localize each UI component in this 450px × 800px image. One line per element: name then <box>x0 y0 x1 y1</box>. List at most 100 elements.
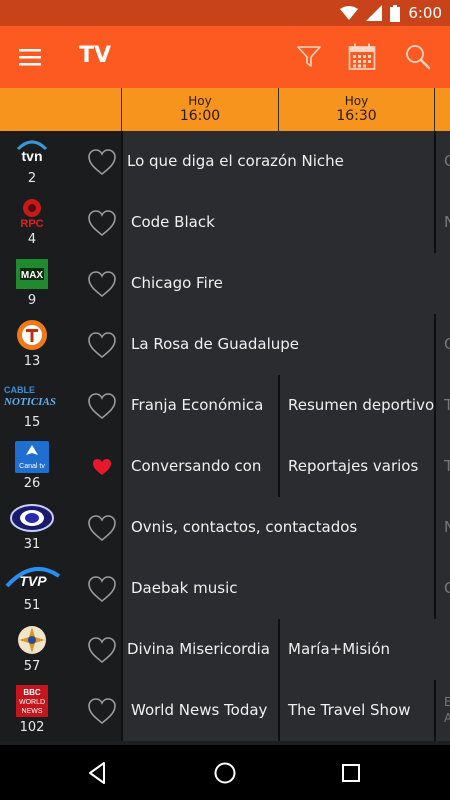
noticias-logo-text: NOTICIAS <box>3 396 56 408</box>
menu-icon[interactable] <box>14 41 46 73</box>
tvp-logo: TVP <box>5 562 61 596</box>
calendar-icon[interactable] <box>346 41 378 73</box>
program-cell[interactable]: Lo que diga el corazón Niche <box>121 131 434 192</box>
program-cell[interactable]: T <box>434 375 450 436</box>
channel-cell[interactable]: tvn 2 <box>0 131 121 192</box>
tvp-logo-text: TVP <box>19 573 47 589</box>
canal-logo-text: Canal tv <box>19 463 45 470</box>
tvmax-logo-text: MAX <box>21 270 44 281</box>
channel-cell[interactable]: 57 <box>0 619 121 680</box>
channel-row: tvn 2 Lo que diga el corazón Niche C <box>0 131 450 192</box>
program-cell[interactable]: Chicago Fire <box>121 253 450 314</box>
battery-icon <box>390 4 401 22</box>
channel-cell[interactable]: Canal tv 26 <box>0 436 121 497</box>
program-cell[interactable]: World News Today <box>121 680 278 741</box>
rpc-logo: RPC <box>14 196 50 230</box>
channel-row: CABLE NOTICIAS 15 Franja Económica Resum… <box>0 375 450 436</box>
channel-cell[interactable]: MAX 9 <box>0 253 121 314</box>
program-cell[interactable]: Conversando con <box>121 436 278 497</box>
time-slot[interactable]: Hoy 16:00 <box>121 88 278 131</box>
program-cell[interactable]: Daebak music <box>121 558 434 619</box>
program-cell[interactable]: Resumen deportivo <box>278 375 434 436</box>
bbc-logo-text: BBC <box>23 688 41 697</box>
favorite-heart-icon[interactable] <box>87 575 117 603</box>
program-cell[interactable]: Divina Misericordia <box>121 619 278 680</box>
time-slot-hour: 16:30 <box>336 108 377 124</box>
favorite-heart-icon[interactable] <box>87 514 117 542</box>
program-cell[interactable]: E A <box>434 680 450 741</box>
back-icon[interactable] <box>84 759 112 787</box>
channel-cell[interactable]: 31 <box>0 497 121 558</box>
time-slot-next[interactable] <box>434 88 450 131</box>
program-cell[interactable]: Franja Económica <box>121 375 278 436</box>
status-bar: 6:00 <box>0 0 450 26</box>
search-icon[interactable] <box>402 41 434 73</box>
channel-row: 13 La Rosa de Guadalupe C <box>0 314 450 375</box>
program-cell[interactable]: C <box>434 131 450 192</box>
rpc-logo-text: RPC <box>20 218 43 229</box>
program-cell[interactable]: N <box>434 192 450 253</box>
channel-row: BBC WORLD NEWS 102 World News Today The … <box>0 680 450 741</box>
signal-icon <box>366 5 383 21</box>
status-time: 6:00 <box>408 4 442 22</box>
program-cell[interactable]: T <box>434 436 450 497</box>
program-cell[interactable]: C <box>434 314 450 375</box>
program-cell[interactable]: María+Misión <box>278 619 450 680</box>
favorite-heart-icon[interactable] <box>87 148 117 176</box>
tvn-logo: tvn <box>14 135 50 169</box>
channel-number: 9 <box>27 293 37 308</box>
channel-number: 2 <box>27 171 37 186</box>
program-cell[interactable]: Reportajes varios <box>278 436 434 497</box>
filter-icon[interactable] <box>293 41 325 73</box>
favorite-heart-icon[interactable] <box>87 697 117 725</box>
favorite-heart-icon[interactable] <box>87 209 117 237</box>
time-slot[interactable]: Hoy 16:30 <box>278 88 434 131</box>
cable-logo-text: CABLE <box>4 385 35 395</box>
app-bar: TV <box>0 26 450 88</box>
channel-number: 57 <box>23 659 41 674</box>
channel-cell[interactable]: CABLE NOTICIAS 15 <box>0 375 121 436</box>
status-icons: 6:00 <box>340 3 442 23</box>
favorite-heart-icon[interactable] <box>87 636 117 664</box>
time-slot-day: Hoy <box>188 94 212 108</box>
channel-cell[interactable]: 13 <box>0 314 121 375</box>
channel-number: 26 <box>23 476 41 491</box>
favorite-heart-icon[interactable] <box>87 453 117 481</box>
program-cell[interactable]: The Travel Show <box>278 680 434 741</box>
wifi-icon <box>340 5 359 20</box>
channel-number: 51 <box>23 598 41 613</box>
bbc-world-news-logo: BBC WORLD NEWS <box>14 684 50 718</box>
channel-cell[interactable]: BBC WORLD NEWS 102 <box>0 680 121 741</box>
channel-row: 31 Ovnis, contactos, contactados N <box>0 497 450 558</box>
program-cell[interactable]: C <box>434 558 450 619</box>
channel-row: 57 Divina Misericordia María+Misión <box>0 619 450 680</box>
favorite-heart-icon[interactable] <box>87 392 117 420</box>
channel-row: TVP 51 Daebak music C <box>0 558 450 619</box>
channel-number: 31 <box>23 537 41 552</box>
tvmax-logo: MAX <box>14 257 50 291</box>
time-header: Hoy 16:00 Hoy 16:30 <box>0 88 450 131</box>
time-slot-day: Hoy <box>344 94 369 108</box>
channel-cell[interactable]: RPC 4 <box>0 192 121 253</box>
world-logo-text: WORLD <box>19 699 45 706</box>
telemetro-logo <box>14 318 50 352</box>
channel-row: MAX 9 Chicago Fire <box>0 253 450 314</box>
favorite-heart-icon[interactable] <box>87 270 117 298</box>
channel-cell[interactable]: TVP 51 <box>0 558 121 619</box>
program-cell[interactable]: N <box>434 497 450 558</box>
favorite-heart-icon[interactable] <box>87 331 117 359</box>
program-cell[interactable]: Code Black <box>121 192 434 253</box>
time-slot-hour: 16:00 <box>179 108 221 124</box>
channel-31-logo <box>9 501 55 535</box>
channel-57-logo <box>14 623 50 657</box>
home-icon[interactable] <box>211 759 239 787</box>
tvn-logo-text: tvn <box>22 148 43 164</box>
program-cell[interactable]: Ovnis, contactos, contactados <box>121 497 434 558</box>
channel-number: 13 <box>23 354 41 369</box>
channel-number: 102 <box>19 720 45 735</box>
program-cell[interactable]: La Rosa de Guadalupe <box>121 314 434 375</box>
channel-number: 4 <box>27 232 37 247</box>
navigation-bar <box>0 745 450 800</box>
recents-icon[interactable] <box>337 759 365 787</box>
page-title: TV <box>79 43 112 68</box>
